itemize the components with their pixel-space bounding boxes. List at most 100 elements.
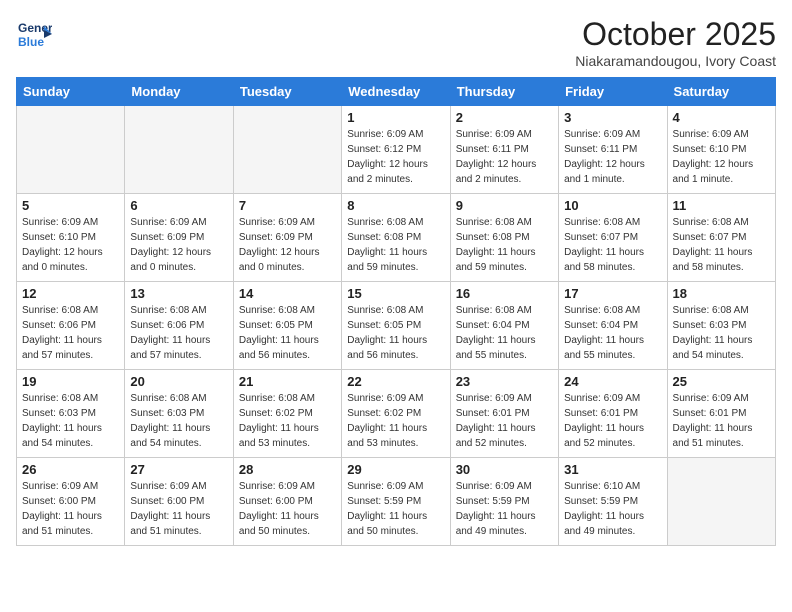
day-number: 5 [22, 198, 119, 213]
day-info: Sunrise: 6:09 AM Sunset: 6:00 PM Dayligh… [239, 479, 336, 539]
weekday-header-saturday: Saturday [667, 78, 775, 106]
day-info: Sunrise: 6:08 AM Sunset: 6:04 PM Dayligh… [456, 303, 553, 363]
day-info: Sunrise: 6:09 AM Sunset: 6:01 PM Dayligh… [673, 391, 770, 451]
week-row-3: 12 Sunrise: 6:08 AM Sunset: 6:06 PM Dayli… [17, 282, 776, 370]
day-number: 20 [130, 374, 227, 389]
week-row-2: 5Sunrise: 6:09 AM Sunset: 6:10 PM Daylig… [17, 194, 776, 282]
day-info: Sunrise: 6:09 AM Sunset: 5:59 PM Dayligh… [347, 479, 444, 539]
title-block: October 2025 Niakaramandougou, Ivory Coa… [575, 16, 776, 69]
day-number: 2 [456, 110, 553, 125]
calendar-cell: 7Sunrise: 6:09 AM Sunset: 6:09 PM Daylig… [233, 194, 341, 282]
calendar-table: SundayMondayTuesdayWednesdayThursdayFrid… [16, 77, 776, 546]
day-info: Sunrise: 6:08 AM Sunset: 6:03 PM Dayligh… [22, 391, 119, 451]
day-info: Sunrise: 6:08 AM Sunset: 6:07 PM Dayligh… [673, 215, 770, 275]
day-info: Sunrise: 6:08 AM Sunset: 6:06 PM Dayligh… [130, 303, 227, 363]
weekday-header-sunday: Sunday [17, 78, 125, 106]
calendar-cell: 26 Sunrise: 6:09 AM Sunset: 6:00 PM Dayli… [17, 458, 125, 546]
day-info: Sunrise: 6:08 AM Sunset: 6:03 PM Dayligh… [673, 303, 770, 363]
day-info: Sunrise: 6:09 AM Sunset: 6:11 PM Dayligh… [564, 127, 661, 187]
day-number: 7 [239, 198, 336, 213]
day-number: 31 [564, 462, 661, 477]
weekday-header-row: SundayMondayTuesdayWednesdayThursdayFrid… [17, 78, 776, 106]
calendar-cell: 15Sunrise: 6:08 AM Sunset: 6:05 PM Dayli… [342, 282, 450, 370]
calendar-cell: 13Sunrise: 6:08 AM Sunset: 6:06 PM Dayli… [125, 282, 233, 370]
calendar-cell: 5Sunrise: 6:09 AM Sunset: 6:10 PM Daylig… [17, 194, 125, 282]
calendar-cell: 17 Sunrise: 6:08 AM Sunset: 6:04 PM Dayli… [559, 282, 667, 370]
day-number: 23 [456, 374, 553, 389]
day-info: Sunrise: 6:08 AM Sunset: 6:03 PM Dayligh… [130, 391, 227, 451]
calendar-cell: 25 Sunrise: 6:09 AM Sunset: 6:01 PM Dayli… [667, 370, 775, 458]
day-info: Sunrise: 6:09 AM Sunset: 6:01 PM Dayligh… [564, 391, 661, 451]
week-row-4: 19 Sunrise: 6:08 AM Sunset: 6:03 PM Dayli… [17, 370, 776, 458]
day-number: 16 [456, 286, 553, 301]
calendar-cell: 16 Sunrise: 6:08 AM Sunset: 6:04 PM Dayli… [450, 282, 558, 370]
day-number: 4 [673, 110, 770, 125]
calendar-cell: 6 Sunrise: 6:09 AM Sunset: 6:09 PM Daylig… [125, 194, 233, 282]
day-number: 10 [564, 198, 661, 213]
day-info: Sunrise: 6:09 AM Sunset: 6:10 PM Dayligh… [673, 127, 770, 187]
month-title: October 2025 [575, 16, 776, 53]
day-info: Sunrise: 6:08 AM Sunset: 6:06 PM Dayligh… [22, 303, 119, 363]
day-info: Sunrise: 6:08 AM Sunset: 6:08 PM Dayligh… [456, 215, 553, 275]
day-number: 26 [22, 462, 119, 477]
weekday-header-monday: Monday [125, 78, 233, 106]
day-number: 8 [347, 198, 444, 213]
calendar-cell: 27Sunrise: 6:09 AM Sunset: 6:00 PM Dayli… [125, 458, 233, 546]
calendar-cell: 2 Sunrise: 6:09 AM Sunset: 6:11 PM Daylig… [450, 106, 558, 194]
day-number: 6 [130, 198, 227, 213]
calendar-cell [17, 106, 125, 194]
day-info: Sunrise: 6:08 AM Sunset: 6:04 PM Dayligh… [564, 303, 661, 363]
day-number: 29 [347, 462, 444, 477]
day-number: 25 [673, 374, 770, 389]
weekday-header-wednesday: Wednesday [342, 78, 450, 106]
weekday-header-tuesday: Tuesday [233, 78, 341, 106]
calendar-cell [125, 106, 233, 194]
page-header: General Blue October 2025 Niakaramandoug… [16, 16, 776, 69]
calendar-cell [667, 458, 775, 546]
calendar-cell: 20 Sunrise: 6:08 AM Sunset: 6:03 PM Dayli… [125, 370, 233, 458]
day-info: Sunrise: 6:09 AM Sunset: 6:11 PM Dayligh… [456, 127, 553, 187]
calendar-cell: 30 Sunrise: 6:09 AM Sunset: 5:59 PM Dayli… [450, 458, 558, 546]
calendar-cell: 8 Sunrise: 6:08 AM Sunset: 6:08 PM Daylig… [342, 194, 450, 282]
day-number: 24 [564, 374, 661, 389]
day-number: 28 [239, 462, 336, 477]
day-number: 12 [22, 286, 119, 301]
calendar-cell: 24 Sunrise: 6:09 AM Sunset: 6:01 PM Dayli… [559, 370, 667, 458]
calendar-cell: 19 Sunrise: 6:08 AM Sunset: 6:03 PM Dayli… [17, 370, 125, 458]
day-info: Sunrise: 6:09 AM Sunset: 6:00 PM Dayligh… [130, 479, 227, 539]
logo: General Blue [16, 16, 52, 57]
day-number: 19 [22, 374, 119, 389]
day-info: Sunrise: 6:09 AM Sunset: 6:00 PM Dayligh… [22, 479, 119, 539]
day-info: Sunrise: 6:09 AM Sunset: 6:01 PM Dayligh… [456, 391, 553, 451]
logo-icon: General Blue [16, 16, 52, 52]
day-number: 22 [347, 374, 444, 389]
weekday-header-friday: Friday [559, 78, 667, 106]
week-row-5: 26 Sunrise: 6:09 AM Sunset: 6:00 PM Dayli… [17, 458, 776, 546]
day-info: Sunrise: 6:09 AM Sunset: 6:09 PM Dayligh… [130, 215, 227, 275]
day-number: 11 [673, 198, 770, 213]
calendar-cell: 11 Sunrise: 6:08 AM Sunset: 6:07 PM Dayli… [667, 194, 775, 282]
calendar-cell [233, 106, 341, 194]
calendar-cell: 4 Sunrise: 6:09 AM Sunset: 6:10 PM Daylig… [667, 106, 775, 194]
calendar-cell: 21Sunrise: 6:08 AM Sunset: 6:02 PM Dayli… [233, 370, 341, 458]
calendar-cell: 14Sunrise: 6:08 AM Sunset: 6:05 PM Dayli… [233, 282, 341, 370]
day-info: Sunrise: 6:08 AM Sunset: 6:08 PM Dayligh… [347, 215, 444, 275]
location: Niakaramandougou, Ivory Coast [575, 53, 776, 69]
day-number: 1 [347, 110, 444, 125]
day-number: 18 [673, 286, 770, 301]
day-number: 21 [239, 374, 336, 389]
day-number: 9 [456, 198, 553, 213]
day-info: Sunrise: 6:09 AM Sunset: 5:59 PM Dayligh… [456, 479, 553, 539]
day-number: 14 [239, 286, 336, 301]
day-info: Sunrise: 6:08 AM Sunset: 6:05 PM Dayligh… [347, 303, 444, 363]
day-number: 30 [456, 462, 553, 477]
day-info: Sunrise: 6:09 AM Sunset: 6:12 PM Dayligh… [347, 127, 444, 187]
calendar-cell: 3Sunrise: 6:09 AM Sunset: 6:11 PM Daylig… [559, 106, 667, 194]
day-info: Sunrise: 6:10 AM Sunset: 5:59 PM Dayligh… [564, 479, 661, 539]
calendar-cell: 29 Sunrise: 6:09 AM Sunset: 5:59 PM Dayli… [342, 458, 450, 546]
calendar-cell: 23 Sunrise: 6:09 AM Sunset: 6:01 PM Dayli… [450, 370, 558, 458]
calendar-cell: 1 Sunrise: 6:09 AM Sunset: 6:12 PM Daylig… [342, 106, 450, 194]
day-number: 17 [564, 286, 661, 301]
calendar-cell: 9 Sunrise: 6:08 AM Sunset: 6:08 PM Daylig… [450, 194, 558, 282]
calendar-cell: 18 Sunrise: 6:08 AM Sunset: 6:03 PM Dayli… [667, 282, 775, 370]
